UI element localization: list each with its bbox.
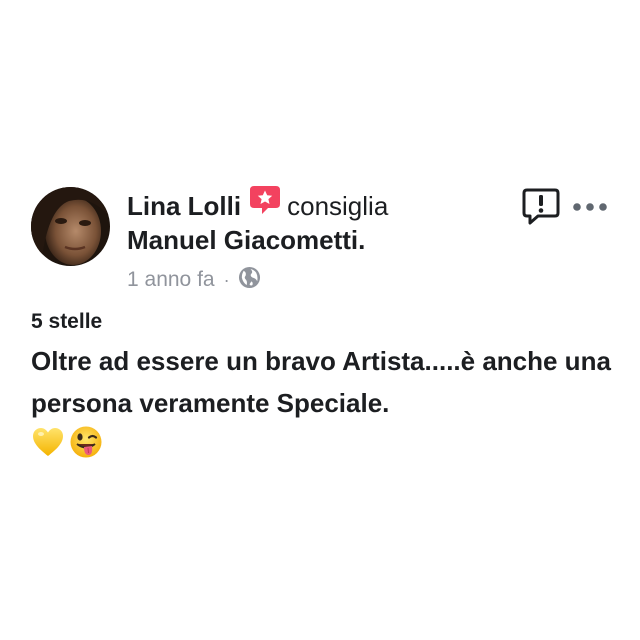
yellow-heart-emoji xyxy=(31,425,65,464)
avatar[interactable] xyxy=(31,187,110,266)
post-meta: 1 anno fa · xyxy=(127,264,261,296)
emoji-row xyxy=(31,424,103,464)
rating-text: 5 stelle xyxy=(31,310,103,333)
more-options-button[interactable] xyxy=(571,195,609,219)
report-button[interactable] xyxy=(521,187,561,227)
page-name-suffix: . xyxy=(358,225,366,255)
more-dots-icon xyxy=(573,203,607,211)
page-name-link[interactable]: Manuel Giacometti xyxy=(127,225,358,255)
review-text: Oltre ad essere un bravo Artista.....è a… xyxy=(31,346,611,418)
timestamp[interactable]: 1 anno fa xyxy=(127,268,215,292)
avatar-photo xyxy=(31,187,110,266)
report-exclamation-icon xyxy=(522,188,560,225)
globe-icon[interactable] xyxy=(238,266,261,295)
winking-tongue-emoji xyxy=(69,425,103,464)
recommended-page: Manuel Giacometti. xyxy=(127,222,365,258)
recommend-verb: consiglia xyxy=(287,191,389,221)
post-header: Lina Lolli consiglia xyxy=(127,186,389,224)
review-post: Lina Lolli consiglia Manuel Giacometti. … xyxy=(0,0,640,640)
recommend-star-badge-icon xyxy=(249,184,281,216)
meta-separator: · xyxy=(223,269,230,290)
author-name[interactable]: Lina Lolli xyxy=(127,188,241,224)
